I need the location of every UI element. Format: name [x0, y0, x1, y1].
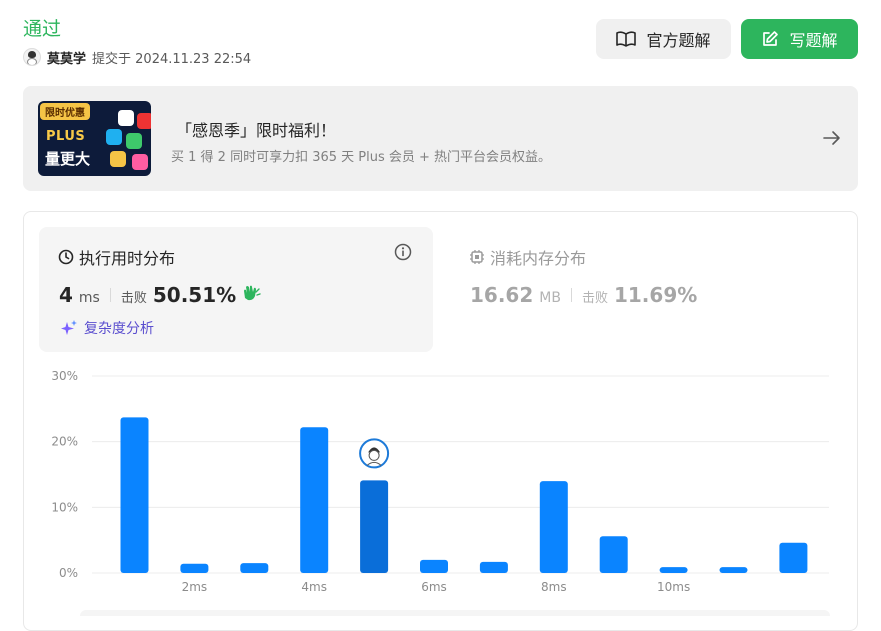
x-tick-label: 2ms [182, 580, 208, 594]
x-tick-label: 10ms [657, 580, 690, 594]
user-marker-face [368, 449, 380, 461]
x-tick-label: 6ms [421, 580, 447, 594]
x-tick-label: 8ms [541, 580, 567, 594]
chart-bar [360, 480, 389, 573]
chart-bar [599, 536, 628, 573]
chart-bar [240, 563, 269, 573]
y-tick-label: 10% [51, 500, 78, 514]
chart-bar [719, 567, 748, 573]
chart-bar [779, 542, 808, 573]
chart-bar [420, 559, 448, 573]
x-tick-label: 4ms [301, 580, 327, 594]
chart-bar [659, 567, 688, 573]
chart-bar [120, 417, 149, 573]
chart-bar [539, 481, 568, 573]
y-tick-label: 20% [51, 435, 78, 449]
y-tick-label: 0% [59, 566, 78, 580]
chart-bar [300, 427, 329, 573]
chart-bar [479, 561, 508, 573]
y-tick-label: 30% [51, 369, 78, 383]
chart-bar [180, 563, 209, 573]
code-preview-strip [80, 610, 830, 616]
runtime-distribution-chart: 0% 10% 20% 30% 2ms 4ms 6ms 8ms 10ms [51, 369, 829, 594]
